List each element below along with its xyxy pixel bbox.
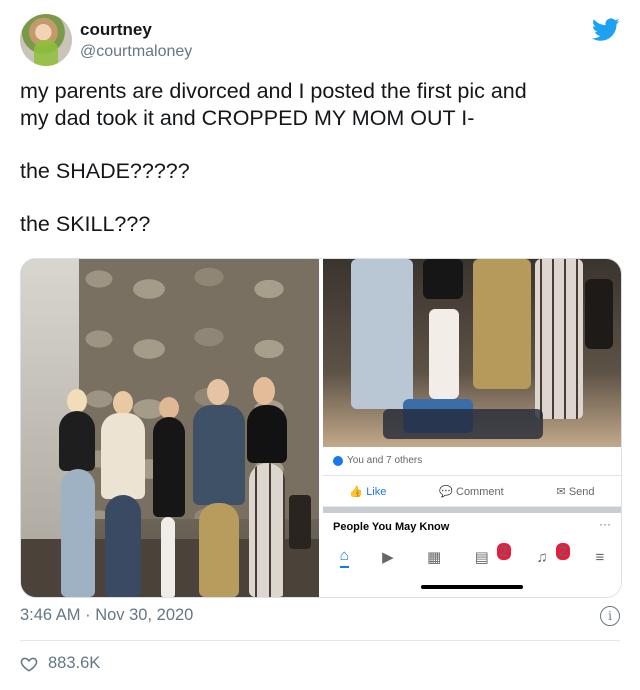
post-actions: 👍 Like 💬 Comment ✉ Send: [323, 475, 621, 507]
tweet-line: my dad took it and CROPPED MY MOM OUT I-: [20, 106, 475, 130]
like-reaction-icon: [333, 455, 343, 466]
like-button[interactable]: 👍 Like: [349, 485, 386, 498]
home-icon[interactable]: ⌂: [339, 547, 349, 568]
facebook-screenshot: You and 7 others 👍 Like 💬 Comment ✉ Send…: [323, 259, 621, 597]
tweet-line: the SHADE?????: [20, 159, 190, 183]
tweet-timestamp[interactable]: 3:46 AM · Nov 30, 2020: [20, 606, 193, 625]
divider: [20, 640, 620, 641]
like-count: 883.6K: [48, 654, 101, 672]
more-options-icon[interactable]: ···: [599, 517, 611, 531]
tweet-header: courtney @courtmaloney: [20, 14, 620, 70]
like-action[interactable]: 883.6K: [20, 654, 100, 673]
marketplace-icon[interactable]: ▦: [427, 548, 441, 566]
notification-badge: 2: [555, 542, 571, 560]
comment-button[interactable]: 💬 Comment: [439, 485, 503, 498]
group-photo[interactable]: [21, 259, 319, 597]
twitter-bird-icon[interactable]: [592, 18, 620, 42]
tweet-line: the SKILL???: [20, 212, 151, 236]
notification-badge: 2: [496, 543, 512, 560]
heart-icon[interactable]: [20, 655, 38, 673]
info-icon[interactable]: i: [600, 606, 620, 626]
cropped-photo[interactable]: [323, 259, 621, 447]
video-icon[interactable]: ▶: [382, 548, 394, 566]
send-button[interactable]: ✉ Send: [557, 485, 595, 498]
author-handle[interactable]: @courtmaloney: [80, 43, 192, 61]
notifications-icon[interactable]: ♫ 2: [537, 542, 571, 566]
home-indicator: [421, 585, 523, 589]
facebook-tab-bar: ⌂ ▶ ▦ ▤ 2 ♫ 2 ≡: [323, 542, 621, 572]
section-divider: [323, 507, 621, 513]
avatar[interactable]: [20, 14, 72, 66]
author-name[interactable]: courtney: [80, 20, 152, 40]
tweet-card: courtney @courtmaloney my parents are di…: [0, 0, 640, 690]
people-you-may-know-heading: People You May Know: [333, 521, 450, 533]
tweet-line: my parents are divorced and I posted the…: [20, 79, 527, 103]
reactions-text: You and 7 others: [347, 455, 423, 466]
tweet-text: my parents are divorced and I posted the…: [20, 78, 620, 238]
news-icon[interactable]: ▤ 2: [475, 543, 512, 566]
reactions-summary[interactable]: You and 7 others: [333, 455, 422, 466]
tweet-media[interactable]: You and 7 others 👍 Like 💬 Comment ✉ Send…: [20, 258, 622, 598]
menu-icon[interactable]: ≡: [595, 549, 604, 566]
